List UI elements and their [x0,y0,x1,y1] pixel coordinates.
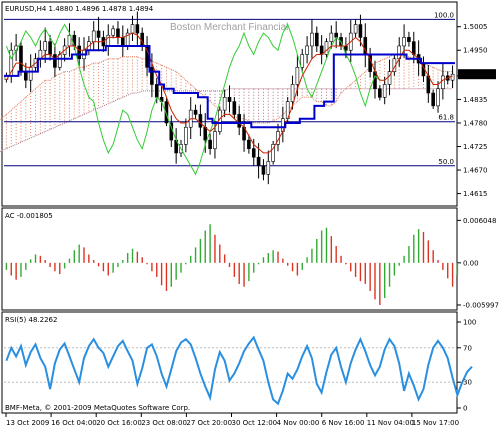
ac-y-axis: 0.006048 0.00 -0.005997 [457,217,499,309]
candle-body [48,41,52,55]
rsi-title: RSI(5) 48.2262 [5,316,57,324]
copyright-footer: BMF-Meta, © 2001-2009 MetaQuotes Softwar… [5,404,190,412]
candle-body [431,92,435,107]
candle-body [203,126,208,141]
candle-body [150,67,154,85]
candle-body [247,139,251,149]
x-tick-label: 13 Oct 2009 [6,419,49,427]
y-tick-label: 1.4725 [463,143,488,151]
candle-body [314,32,319,47]
watermark: Boston Merchant Financial [170,22,288,33]
ac-pane: AC -0.001805 0.006048 0.00 -0.005997 [1,207,499,311]
candle-body [237,114,241,128]
candle-body [251,148,256,158]
candle-body [358,24,363,38]
candle-body [77,45,81,60]
candle-body [91,30,96,42]
candle-body [198,114,203,128]
candle-body [290,84,295,102]
candle-body [43,41,48,51]
candle-body [300,54,305,68]
fib-level-label: 100.0 [434,11,454,19]
candle-body [135,24,140,34]
candle-body [184,126,188,145]
candle-body [436,88,440,107]
y-tick-label: 1.4615 [463,190,488,198]
candle-body [344,45,348,51]
candle-body [28,67,33,81]
candle-body [310,32,314,47]
x-tick-label: 23 Oct 08:00 [141,419,187,427]
candle-body [261,165,266,175]
candle-body [193,109,198,115]
ac-title: AC -0.001805 [5,212,53,220]
y-tick-label: 1.4670 [463,167,488,175]
candle-body [256,156,261,167]
candle[interactable] [19,41,23,76]
candle-body [232,101,237,115]
candle-body [213,131,217,149]
candle[interactable] [271,140,275,165]
candle-body [378,88,382,98]
candle-body [116,28,120,38]
price-chart-window[interactable]: EURUSD,H4 1.4880 1.4896 1.4878 1.4894 Bo… [0,0,500,429]
ac-pane-frame [1,207,458,311]
candle-body [24,71,28,81]
x-tick-label: 15 Nov 17:00 [412,419,459,427]
candle-body [208,139,212,149]
main-pane: EURUSD,H4 1.4880 1.4896 1.4878 1.4894 Bo… [0,1,496,207]
price-tag-text: 1.4894 [461,71,486,79]
rsi-pane-frame [1,311,458,414]
y-tick-label: 1.5005 [463,23,488,31]
x-tick-label: 6 Nov 16:00 [322,419,365,427]
candle-body [266,161,271,175]
y-tick-label: 1.4835 [463,96,488,104]
candle-body [407,37,411,42]
x-tick-label: 20 Oct 16:00 [96,419,142,427]
candle-body [130,24,135,34]
y-tick-label: 0 [463,405,467,413]
current-price-tag: 1.4894 [458,69,496,80]
candle-body [450,73,455,81]
y-tick-label: -0.005997 [463,301,499,309]
candle-body [411,41,416,55]
candle-body [106,34,111,47]
candle-body [324,41,329,55]
candle-body [227,97,232,102]
candle-body [57,54,62,68]
y-tick-label: 1.4950 [463,47,488,55]
x-tick-label: 27 Oct 20:00 [186,419,232,427]
candle-body [96,30,101,38]
y-tick-label: 100 [463,319,476,327]
y-tick-label: 1.4780 [463,119,488,127]
x-tick-label: 16 Oct 04:00 [51,419,97,427]
rsi-pane: RSI(5) 48.2262 10070300 BMF-Meta, © 2001… [1,311,476,414]
x-tick-label: 4 Nov 00:00 [277,419,320,427]
x-tick-label: 11 Nov 04:00 [367,419,414,427]
y-tick-label: 70 [463,344,472,352]
time-axis: 13 Oct 2009 16 Oct 04:00 20 Oct 16:00 23 Oc… [5,413,459,427]
candle-body [19,45,23,72]
y-tick-label: 0.00 [463,259,479,267]
candle-body [441,75,445,90]
main-y-axis: 1.50051.49501.48901.48351.47801.47251.46… [457,23,488,198]
candle-body [402,37,406,47]
symbol-header: EURUSD,H4 1.4880 1.4896 1.4878 1.4894 [5,5,154,13]
candle-body [353,24,358,34]
candle-body [295,67,300,85]
fib-level-label: 61.8 [438,114,454,122]
candle-body [111,28,115,36]
candle-body [222,97,227,111]
candle-body [382,84,387,98]
x-tick-label: 30 Oct 12:00 [232,419,278,427]
fib-level-label: 50.0 [438,158,454,166]
candle-body [53,54,57,68]
candle-body [154,84,159,98]
candle-body [121,37,125,47]
y-tick-label: 0.006048 [463,217,496,225]
candle-body [329,32,334,42]
candle-body [305,45,309,55]
